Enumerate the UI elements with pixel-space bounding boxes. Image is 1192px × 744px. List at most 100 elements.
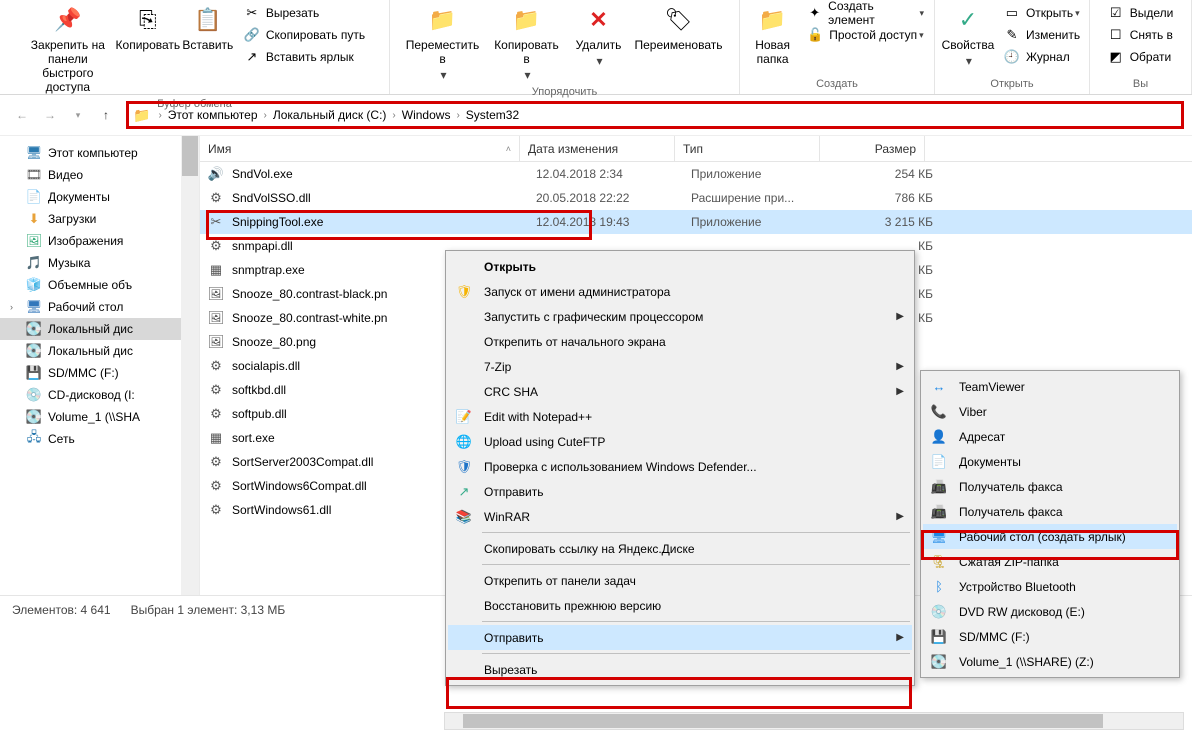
submenu-arrow-icon: ▶ (896, 361, 904, 372)
copy-to-button[interactable]: 📁Копировать в▾ (485, 2, 569, 84)
new-item-button[interactable]: ✦Создать элемент▾ (801, 2, 930, 24)
tree-item[interactable]: 💽Локальный дис (0, 318, 199, 340)
menu-item[interactable]: 🌐Upload using CuteFTP (448, 429, 912, 454)
new-folder-button[interactable]: 📁Новая папка (744, 2, 801, 68)
file-row[interactable]: ⚙SndVolSSO.dll20.05.2018 22:22Расширение… (200, 186, 1192, 210)
menu-item[interactable]: ↗Отправить (448, 479, 912, 504)
file-row[interactable]: 🔊SndVol.exe12.04.2018 2:34Приложение254 … (200, 162, 1192, 186)
tree-item[interactable]: ⬇Загрузки (0, 208, 199, 230)
tree-item[interactable]: 🧊Объемные объ (0, 274, 199, 296)
tree-item[interactable]: 💽Локальный дис (0, 340, 199, 362)
menu-item[interactable]: Вырезать (448, 657, 912, 682)
nav-forward-button[interactable]: → (38, 103, 62, 127)
menu-item[interactable]: 🗜Сжатая ZIP-папка (923, 549, 1177, 574)
open-button[interactable]: ▭Открыть▾ (998, 2, 1086, 24)
menu-item[interactable]: Восстановить прежнюю версию (448, 593, 912, 618)
tree-item-label: Объемные объ (48, 278, 132, 292)
menu-item[interactable]: 💿DVD RW дисковод (E:) (923, 599, 1177, 624)
menu-item[interactable]: 📠Получатель факса (923, 499, 1177, 524)
menu-item[interactable]: Скопировать ссылку на Яндекс.Диске (448, 536, 912, 561)
col-name[interactable]: Имя˄ (200, 136, 520, 161)
address-bar[interactable]: 📁 › Этот компьютер › Локальный диск (C:)… (126, 101, 1184, 129)
paste-shortcut-button[interactable]: ↗Вставить ярлык (238, 46, 371, 68)
breadcrumb[interactable]: System32 (462, 108, 523, 122)
menu-item[interactable]: Отправить▶ (448, 625, 912, 650)
tree-item[interactable]: 🖼Изображения (0, 230, 199, 252)
menu-item[interactable]: 📝Edit with Notepad++ (448, 404, 912, 429)
tree-item-icon: 🖧 (26, 431, 42, 447)
menu-item[interactable]: Запустить с графическим процессором▶ (448, 304, 912, 329)
col-size[interactable]: Размер (820, 136, 925, 161)
chevron-right-icon[interactable]: › (262, 110, 269, 121)
chevron-right-icon[interactable]: › (454, 110, 461, 121)
breadcrumb[interactable]: Локальный диск (C:) (269, 108, 391, 122)
menu-item[interactable]: 📞Viber (923, 399, 1177, 424)
menu-item-icon-empty (452, 383, 476, 401)
tree-item[interactable]: ›🖥Рабочий стол (0, 296, 199, 318)
chevron-right-icon[interactable]: › (156, 110, 163, 121)
menu-item[interactable]: 💾SD/MMC (F:) (923, 624, 1177, 649)
window-h-scrollbar[interactable] (444, 712, 1184, 730)
delete-button[interactable]: ✕Удалить▾ (569, 2, 629, 70)
tree-item[interactable]: 🖧Сеть (0, 428, 199, 450)
tree-item[interactable]: 🖥Этот компьютер (0, 142, 199, 164)
chevron-down-icon: ▾ (596, 54, 602, 68)
menu-item[interactable]: ↔TeamViewer (923, 374, 1177, 399)
copy-path-button[interactable]: 🔗Скопировать путь (238, 24, 371, 46)
tree-item-label: Загрузки (48, 212, 96, 226)
menu-item[interactable]: ᛒУстройство Bluetooth (923, 574, 1177, 599)
menu-item[interactable]: 📚WinRAR▶ (448, 504, 912, 529)
rename-button[interactable]: 🏷Переименовать (629, 2, 729, 54)
paste-button[interactable]: 📋 Вставить (178, 2, 238, 54)
sidebar-scrollbar[interactable] (181, 136, 199, 595)
copy-button[interactable]: ⎘ Копировать (118, 2, 178, 54)
menu-item[interactable]: 👤Адресат (923, 424, 1177, 449)
menu-item-icon-empty (452, 540, 476, 558)
menu-item-icon: 💽 (927, 653, 951, 671)
tree-item[interactable]: 📄Документы (0, 186, 199, 208)
menu-item[interactable]: Открыть (448, 254, 912, 279)
menu-item[interactable]: 🛡Запуск от имени администратора (448, 279, 912, 304)
menu-item[interactable]: 🛡Проверка с использованием Windows Defen… (448, 454, 912, 479)
menu-item[interactable]: CRC SHA▶ (448, 379, 912, 404)
deselect-button[interactable]: ☐Снять в (1102, 24, 1180, 46)
tree-item[interactable]: 🎞Видео (0, 164, 199, 186)
properties-button[interactable]: ✓Свойства▾ (938, 2, 998, 70)
menu-item[interactable]: Открепить от начального экрана (448, 329, 912, 354)
menu-item[interactable]: 💽Volume_1 (\\SHARE) (Z:) (923, 649, 1177, 674)
tree-item[interactable]: 💿CD-дисковод (I: (0, 384, 199, 406)
tree-item[interactable]: 💽Volume_1 (\\SHA (0, 406, 199, 428)
col-type[interactable]: Тип (675, 136, 820, 161)
menu-item[interactable]: 📄Документы (923, 449, 1177, 474)
breadcrumb[interactable]: Этот компьютер (164, 108, 262, 122)
move-to-button[interactable]: 📁Переместить в▾ (401, 2, 485, 84)
menu-item-label: SD/MMC (F:) (959, 630, 1030, 644)
history-button[interactable]: 🕘Журнал (998, 46, 1086, 68)
menu-item-icon: 👤 (927, 428, 951, 446)
easy-access-button[interactable]: 🔓Простой доступ▾ (801, 24, 930, 46)
nav-recent-button[interactable]: ▾ (66, 103, 90, 127)
invert-selection-button[interactable]: ◩Обрати (1102, 46, 1180, 68)
expand-icon[interactable]: › (10, 302, 13, 312)
tree-item[interactable]: 💾SD/MMC (F:) (0, 362, 199, 384)
nav-up-button[interactable]: ↑ (94, 103, 118, 127)
breadcrumb[interactable]: Windows (398, 108, 455, 122)
file-name: SnippingTool.exe (232, 215, 536, 229)
submenu-arrow-icon: ▶ (896, 632, 904, 643)
pin-button[interactable]: 📌 Закрепить на панели быстрого доступа (18, 2, 118, 96)
menu-item[interactable]: Открепить от панели задач (448, 568, 912, 593)
cut-button[interactable]: ✂Вырезать (238, 2, 371, 24)
menu-item[interactable]: 7-Zip▶ (448, 354, 912, 379)
select-all-button[interactable]: ☑Выдели (1102, 2, 1180, 24)
nav-back-button[interactable]: ← (10, 103, 34, 127)
menu-item-label: Вырезать (484, 663, 537, 677)
menu-item-icon-empty (452, 661, 476, 679)
file-row[interactable]: ✂SnippingTool.exe12.04.2018 19:43Приложе… (200, 210, 1192, 234)
chevron-right-icon[interactable]: › (390, 110, 397, 121)
menu-item[interactable]: 📠Получатель факса (923, 474, 1177, 499)
file-icon: ✂ (208, 214, 224, 230)
menu-item[interactable]: 🖥Рабочий стол (создать ярлык) (923, 524, 1177, 549)
col-date[interactable]: Дата изменения (520, 136, 675, 161)
edit-button[interactable]: ✎Изменить (998, 24, 1086, 46)
tree-item[interactable]: 🎵Музыка (0, 252, 199, 274)
